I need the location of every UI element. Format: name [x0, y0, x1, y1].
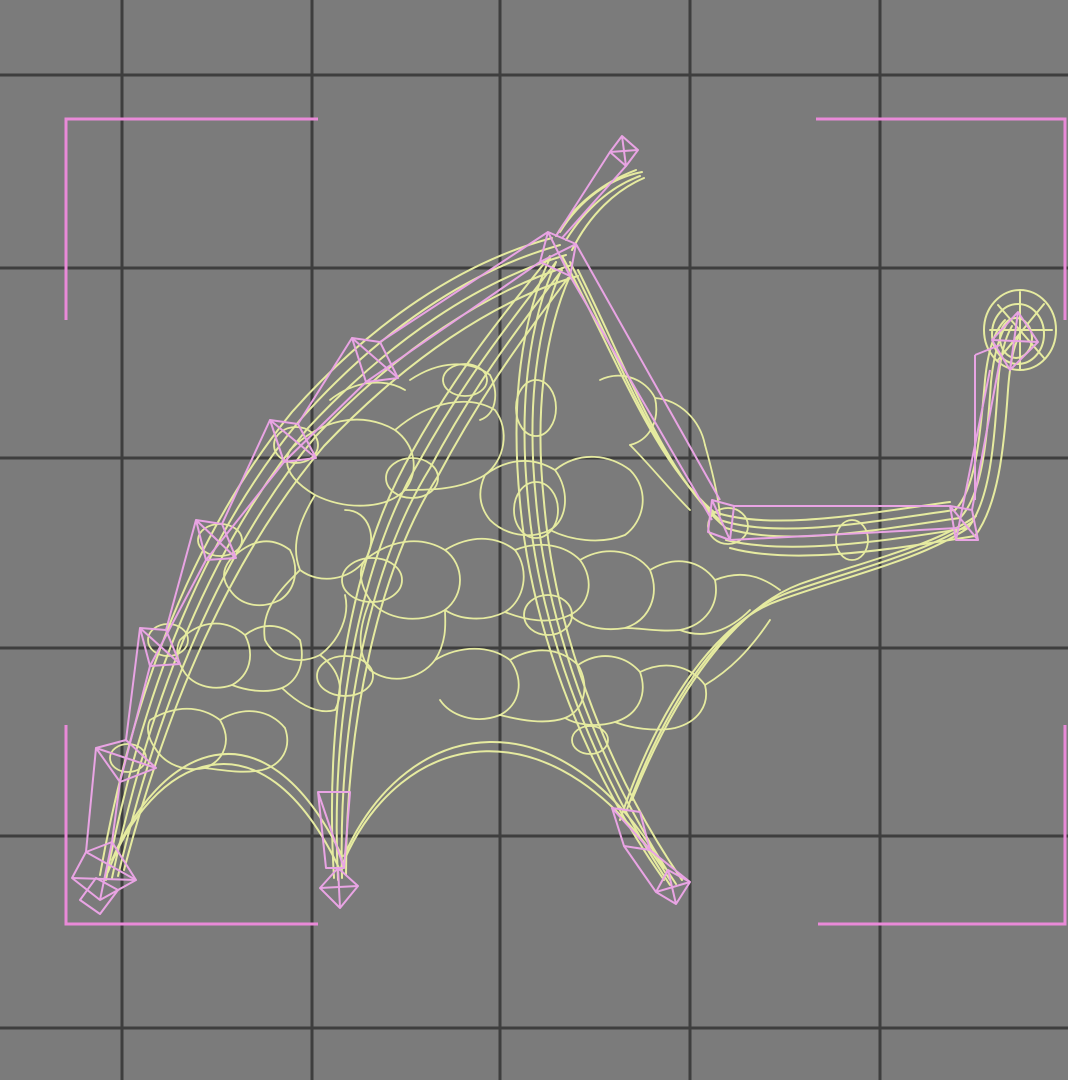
leading-edge-arm[interactable] — [99, 237, 579, 881]
viewport-canvas[interactable] — [0, 0, 1068, 1080]
finger-1-bones[interactable] — [317, 791, 359, 909]
viewport-grid — [0, 0, 1068, 1080]
membrane-cells[interactable] — [147, 363, 781, 773]
finger-1[interactable] — [331, 255, 569, 881]
leading-edge-bones[interactable] — [71, 231, 549, 915]
horn-spike[interactable] — [555, 169, 645, 251]
finger-2[interactable] — [515, 257, 683, 886]
safe-frame-corner-bottom-left — [64, 725, 318, 926]
viewport-3d[interactable] — [0, 0, 1068, 1080]
claw-tip[interactable] — [983, 289, 1057, 371]
wing-mesh[interactable] — [99, 169, 1057, 886]
arm-bones[interactable] — [569, 243, 1039, 541]
safe-frame-corner-top-left — [64, 117, 318, 320]
joint-rings[interactable] — [109, 363, 869, 773]
safe-frame-corner-bottom-right — [818, 725, 1067, 926]
